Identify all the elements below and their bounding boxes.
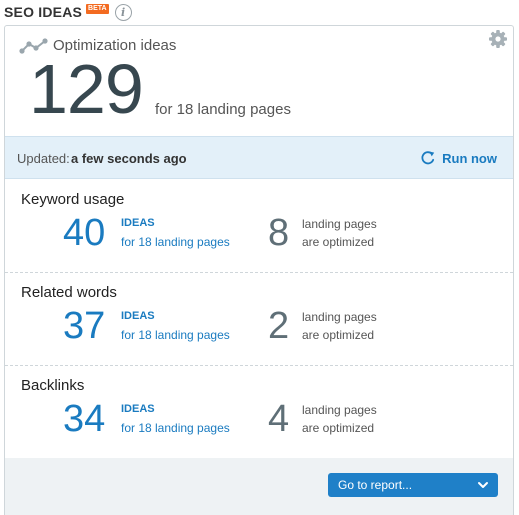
ideas-landing-pages-link[interactable]: for 18 landing pages — [121, 421, 230, 435]
widget-header: SEO IDEAS BETA i — [4, 3, 132, 21]
updated-label: Updated: — [17, 151, 70, 166]
ideas-label[interactable]: IDEAS — [121, 403, 155, 415]
ideas-label[interactable]: IDEAS — [121, 310, 155, 322]
refresh-icon — [421, 151, 435, 165]
section-title: Backlinks — [21, 377, 85, 394]
section-title: Keyword usage — [21, 191, 125, 208]
beta-badge: BETA — [86, 4, 109, 14]
go-to-report-label: Go to report... — [338, 478, 413, 492]
updated-value: a few seconds ago — [71, 151, 187, 166]
optimized-label-line1: landing pages — [302, 310, 377, 324]
go-to-report-button[interactable]: Go to report... — [328, 473, 498, 497]
ideas-count[interactable]: 34 — [63, 399, 105, 439]
section-keyword-usage: Keyword usage 40 IDEAS for 18 landing pa… — [5, 180, 513, 273]
total-ideas-subtitle: for 18 landing pages — [155, 101, 291, 118]
card-footer: Go to report... — [5, 458, 513, 515]
info-icon[interactable]: i — [114, 3, 132, 21]
ideas-landing-pages-link[interactable]: for 18 landing pages — [121, 235, 230, 249]
optimized-count: 2 — [268, 305, 290, 347]
section-related-words: Related words 37 IDEAS for 18 landing pa… — [5, 273, 513, 366]
ideas-landing-pages-link[interactable]: for 18 landing pages — [121, 328, 230, 342]
widget-title: SEO IDEAS — [4, 4, 83, 20]
run-now-label: Run now — [442, 150, 497, 166]
seo-ideas-card: Optimization ideas 129 for 18 landing pa… — [4, 25, 514, 515]
optimized-count: 8 — [268, 212, 290, 254]
optimized-label-line2: are optimized — [302, 421, 375, 435]
section-backlinks: Backlinks 34 IDEAS for 18 landing pages … — [5, 366, 513, 459]
ideas-count[interactable]: 40 — [63, 213, 105, 253]
optimized-label-line1: landing pages — [302, 217, 377, 231]
ideas-count[interactable]: 37 — [63, 306, 105, 346]
status-bar: Updated: a few seconds ago Run now — [5, 136, 513, 179]
summary-panel: Optimization ideas 129 for 18 landing pa… — [5, 26, 513, 136]
run-now-button[interactable]: Run now — [420, 150, 497, 166]
optimized-label-line2: are optimized — [302, 328, 375, 342]
chevron-down-icon — [478, 482, 488, 488]
gear-icon[interactable] — [488, 29, 508, 49]
ideas-label[interactable]: IDEAS — [121, 217, 155, 229]
optimized-label-line1: landing pages — [302, 403, 377, 417]
section-title: Related words — [21, 284, 117, 301]
optimized-label-line2: are optimized — [302, 235, 375, 249]
total-ideas-count: 129 — [29, 50, 144, 128]
optimized-count: 4 — [268, 398, 290, 440]
